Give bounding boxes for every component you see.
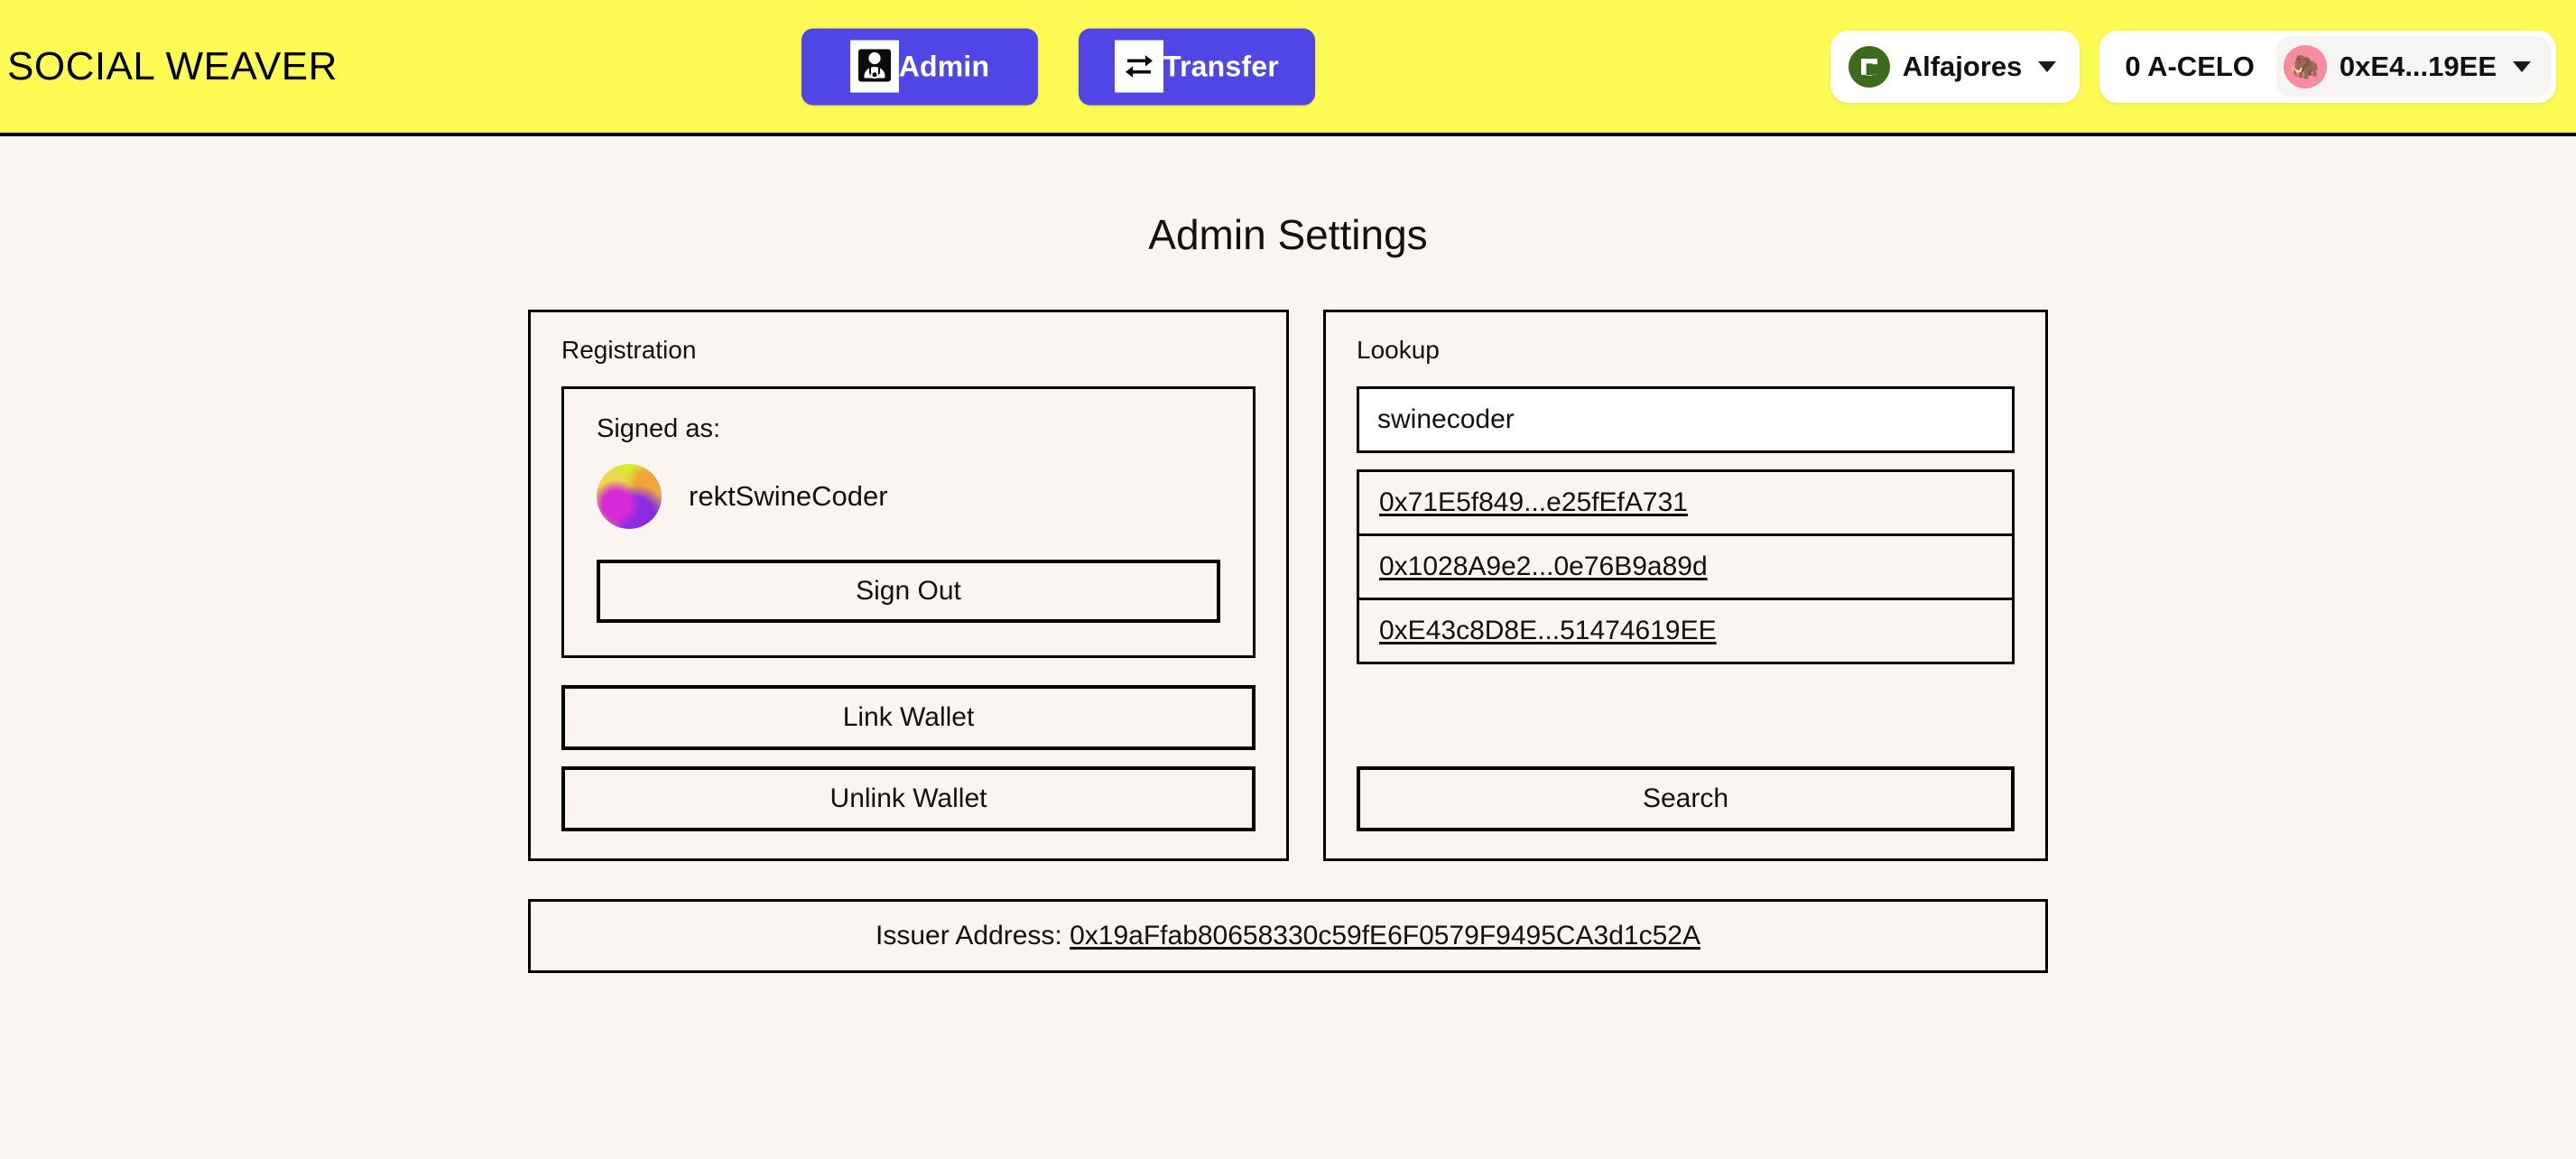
lookup-search-input[interactable] xyxy=(1357,386,2015,453)
list-item[interactable]: 0xE43c8D8E...51474619EE xyxy=(1359,600,2012,664)
registration-panel-label: Registration xyxy=(561,336,697,364)
username-label: rektSwineCoder xyxy=(689,480,888,512)
issuer-address-link[interactable]: 0x19aFfab80658330c59fE6F0579F9495CA3d1c5… xyxy=(1070,921,1700,950)
primary-nav: Admin Transfer xyxy=(802,28,1315,105)
lookup-spacer xyxy=(1357,664,2015,766)
wallet-address-label: 0xE4...19EE xyxy=(2339,50,2497,82)
issuer-address-bar: Issuer Address: 0x19aFfab80658330c59fE6F… xyxy=(528,899,2048,973)
issuer-address-label: Issuer Address: xyxy=(876,921,1062,950)
person-stethoscope-icon xyxy=(849,40,899,93)
sign-out-button[interactable]: Sign Out xyxy=(597,560,1220,623)
unlink-wallet-button[interactable]: Unlink Wallet xyxy=(561,766,1256,831)
wallet-connect-cluster: Alfajores 0 A-CELO 🦣 0xE4...19EE xyxy=(1830,30,2556,103)
result-address-link[interactable]: 0xE43c8D8E...51474619EE xyxy=(1379,616,1717,645)
list-item[interactable]: 0x1028A9e2...0e76B9a89d xyxy=(1359,536,2012,600)
flamingo-avatar-icon: 🦣 xyxy=(2283,44,2327,88)
chevron-down-icon xyxy=(2038,60,2057,72)
lookup-results-list: 0x71E5f849...e25fEfA731 0x1028A9e2...0e7… xyxy=(1357,469,2015,664)
wallet-balance-label: 0 A-CELO xyxy=(2125,50,2255,82)
list-item[interactable]: 0x71E5f849...e25fEfA731 xyxy=(1359,472,2012,536)
signed-as-label: Signed as: xyxy=(597,414,721,443)
link-wallet-button[interactable]: Link Wallet xyxy=(561,685,1256,750)
exchange-arrows-icon xyxy=(1115,40,1164,93)
celo-logo-icon xyxy=(1848,45,1890,88)
pig-avatar-icon xyxy=(597,464,662,529)
identity-row: rektSwineCoder xyxy=(597,464,1220,529)
search-button[interactable]: Search xyxy=(1357,766,2015,831)
account-inner: 🦣 0xE4...19EE xyxy=(2275,35,2551,97)
registration-panel: Registration Signed as: rektSwineCoder S… xyxy=(528,310,1289,861)
result-address-link[interactable]: 0x1028A9e2...0e76B9a89d xyxy=(1379,552,1708,581)
chevron-down-icon xyxy=(2513,60,2531,72)
lookup-panel: Lookup 0x71E5f849...e25fEfA731 0x1028A9e… xyxy=(1323,310,2048,861)
app-header: SOCIAL WEAVER Admin Transfer Alfajores 0… xyxy=(0,0,2576,136)
nav-button-transfer[interactable]: Transfer xyxy=(1079,28,1315,105)
main-content: Admin Settings Registration Signed as: r… xyxy=(0,136,2576,973)
signed-as-box: Signed as: rektSwineCoder Sign Out xyxy=(561,386,1256,658)
account-button[interactable]: 0 A-CELO 🦣 0xE4...19EE xyxy=(2099,30,2556,103)
app-brand-title: SOCIAL WEAVER xyxy=(7,43,338,88)
chain-name-label: Alfajores xyxy=(1902,50,2023,82)
nav-button-admin[interactable]: Admin xyxy=(802,28,1038,105)
page-title: Admin Settings xyxy=(1148,211,1428,258)
nav-label-admin: Admin xyxy=(898,50,990,82)
lookup-panel-label: Lookup xyxy=(1357,336,1440,364)
nav-label-transfer: Transfer xyxy=(1163,50,1279,82)
panels-row: Registration Signed as: rektSwineCoder S… xyxy=(0,310,2576,861)
chain-selector-button[interactable]: Alfajores xyxy=(1830,30,2080,103)
result-address-link[interactable]: 0x71E5f849...e25fEfA731 xyxy=(1379,487,1688,517)
